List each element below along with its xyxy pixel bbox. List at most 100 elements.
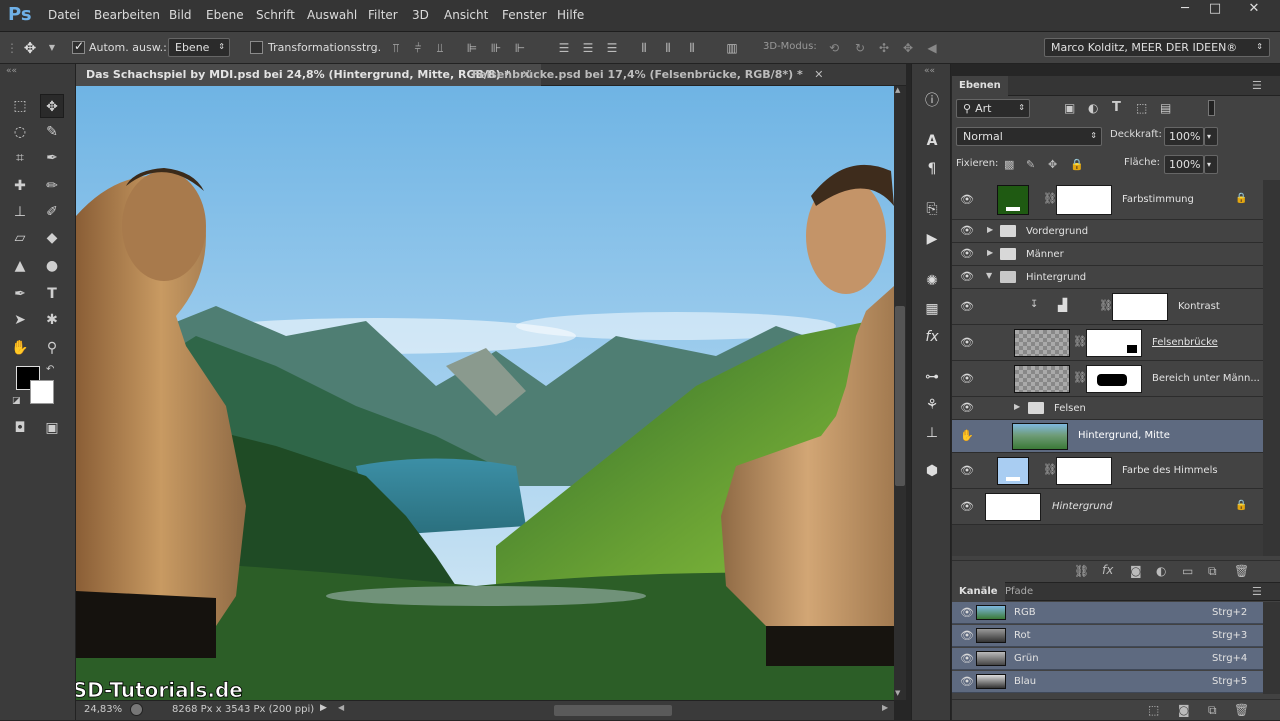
- opacity-dropdown-icon[interactable]: ▾: [1204, 127, 1218, 146]
- filter-pixel-icon[interactable]: ▣: [1064, 101, 1075, 115]
- layer-row-bereich-unter-maenner[interactable]: 👁 ⛓ Bereich unter Männ...: [952, 361, 1263, 397]
- menu-3d[interactable]: 3D: [412, 8, 429, 22]
- filter-smart-object-icon[interactable]: ▤: [1160, 101, 1171, 115]
- visibility-eye-icon[interactable]: 👁: [960, 270, 974, 284]
- type-tool-icon[interactable]: T: [40, 282, 64, 306]
- layer-filter-dropdown[interactable]: ⚲ Art ⇕: [956, 99, 1030, 118]
- quick-mask-icon[interactable]: ◘: [8, 416, 32, 440]
- crop-tool-icon[interactable]: ⌗: [8, 146, 32, 170]
- fill-dropdown-icon[interactable]: ▾: [1204, 155, 1218, 174]
- layer-name[interactable]: Hintergrund: [1052, 501, 1112, 512]
- distribute-vcenter-icon[interactable]: ☰: [580, 40, 596, 56]
- actions-icon[interactable]: ▶: [920, 228, 944, 250]
- pen-tool-icon[interactable]: ✒: [8, 282, 32, 306]
- clone-source-icon[interactable]: ⊥: [920, 422, 944, 444]
- visibility-eye-icon[interactable]: 👁: [960, 629, 974, 643]
- adjustments-icon[interactable]: ⊶: [920, 366, 944, 388]
- screen-mode-icon[interactable]: ▣: [40, 416, 64, 440]
- move-tool-icon[interactable]: ✥: [22, 40, 38, 56]
- filter-toggle-icon[interactable]: [1208, 100, 1215, 116]
- menu-ansicht[interactable]: Ansicht: [444, 8, 488, 22]
- expand-arrows-icon[interactable]: ««: [924, 66, 935, 76]
- auto-align-icon[interactable]: ▥: [724, 40, 740, 56]
- vertical-scrollbar[interactable]: ▲ ▼: [894, 86, 906, 700]
- dodge-tool-icon[interactable]: ●: [40, 254, 64, 278]
- new-layer-icon[interactable]: ⧉: [1208, 564, 1217, 579]
- eyedropper-tool-icon[interactable]: ✒: [40, 146, 64, 170]
- channel-row-gruen[interactable]: 👁 Grün Strg+4: [952, 648, 1263, 670]
- opacity-input[interactable]: 100%: [1164, 127, 1204, 146]
- layer-name[interactable]: Felsen: [1054, 403, 1086, 414]
- expand-arrow-icon[interactable]: ▶: [987, 248, 993, 257]
- layer-row-maenner[interactable]: 👁 ▶ Männer: [952, 243, 1263, 266]
- layer-name[interactable]: Hintergrund, Mitte: [1078, 430, 1170, 441]
- swap-colors-icon[interactable]: ↶: [46, 364, 54, 375]
- menu-datei[interactable]: Datei: [48, 8, 80, 22]
- history-brush-tool-icon[interactable]: ✐: [40, 200, 64, 224]
- filter-type-icon[interactable]: T: [1112, 100, 1121, 115]
- tool-preset-chevron-icon[interactable]: ▼: [44, 40, 60, 56]
- canvas-image[interactable]: PSD-Tutorials.de: [76, 86, 894, 700]
- delete-layer-icon[interactable]: 🗑: [1234, 564, 1249, 578]
- brush-presets-icon[interactable]: ⚘: [920, 394, 944, 416]
- scroll-left-icon[interactable]: ◀: [338, 703, 344, 712]
- blend-mode-dropdown[interactable]: Normal ⇕: [956, 127, 1102, 146]
- menu-filter[interactable]: Filter: [368, 8, 398, 22]
- new-group-icon[interactable]: ▭: [1182, 564, 1193, 578]
- menu-schrift[interactable]: Schrift: [256, 8, 295, 22]
- channel-row-rgb[interactable]: 👁 RGB Strg+2: [952, 602, 1263, 624]
- 3d-roll-icon[interactable]: ↻: [852, 40, 868, 56]
- layer-row-kontrast[interactable]: 👁 ↧ ▟ ⛓ Kontrast: [952, 289, 1263, 325]
- visibility-eye-icon[interactable]: 👁: [960, 606, 974, 620]
- menu-hilfe[interactable]: Hilfe: [557, 8, 584, 22]
- link-layers-icon[interactable]: ⛓: [1074, 564, 1089, 578]
- panel-menu-icon[interactable]: ☰: [1252, 585, 1262, 598]
- layer-name[interactable]: Felsenbrücke: [1152, 337, 1218, 348]
- background-color-swatch[interactable]: [30, 380, 54, 404]
- add-mask-icon[interactable]: ◙: [1130, 564, 1142, 578]
- menu-fenster[interactable]: Fenster: [502, 8, 547, 22]
- menu-bild[interactable]: Bild: [169, 8, 192, 22]
- share-icon[interactable]: [130, 703, 143, 716]
- close-tab-icon[interactable]: ✕: [814, 68, 823, 81]
- align-left-icon[interactable]: ⊫: [464, 40, 480, 56]
- visibility-eye-icon[interactable]: 👁: [960, 336, 974, 350]
- layer-row-felsenbruecke[interactable]: 👁 ⛓ Felsenbrücke: [952, 325, 1263, 361]
- canvas-area[interactable]: PSD-Tutorials.de: [76, 86, 894, 700]
- tab-ebenen[interactable]: Ebenen: [952, 76, 1008, 96]
- align-bottom-icon[interactable]: ⫫: [432, 40, 448, 56]
- adjustment-layer-icon[interactable]: ◐: [1156, 564, 1166, 578]
- menu-bearbeiten[interactable]: Bearbeiten: [94, 8, 160, 22]
- zoom-level[interactable]: 24,83%: [84, 704, 122, 715]
- distribute-hcenter-icon[interactable]: ⦀: [660, 40, 676, 56]
- healing-brush-tool-icon[interactable]: ✚: [8, 174, 32, 198]
- layer-row-hintergrund-mitte[interactable]: ✋ Hintergrund, Mitte: [952, 420, 1263, 453]
- distribute-right-icon[interactable]: ⦀: [684, 40, 700, 56]
- expand-arrow-icon[interactable]: ▶: [987, 225, 993, 234]
- layer-style-icon[interactable]: fx: [1102, 563, 1113, 577]
- new-channel-icon[interactable]: ⧉: [1208, 703, 1217, 718]
- paragraph-icon[interactable]: ¶: [920, 158, 944, 180]
- tab-kanaele[interactable]: Kanäle: [952, 582, 1005, 602]
- distribute-left-icon[interactable]: ⦀: [636, 40, 652, 56]
- lasso-tool-icon[interactable]: ◌: [8, 120, 32, 144]
- chain-link-icon[interactable]: ⛓: [1073, 371, 1087, 384]
- workspace-dropdown[interactable]: Marco Kolditz, MEER DER IDEEN® ⇕: [1044, 38, 1270, 57]
- visibility-eye-icon[interactable]: 👁: [960, 224, 974, 238]
- panel-menu-icon[interactable]: ☰: [1252, 79, 1262, 92]
- chain-link-icon[interactable]: ⛓: [1099, 299, 1113, 312]
- lock-transparency-icon[interactable]: ▩: [1004, 158, 1014, 171]
- expand-arrow-icon[interactable]: ▶: [1014, 402, 1020, 411]
- shape-tool-icon[interactable]: ✱: [40, 308, 64, 332]
- 3d-pan-icon[interactable]: ✣: [876, 40, 892, 56]
- visibility-eye-icon[interactable]: 👁: [960, 193, 974, 207]
- layer-row-hintergrund-group[interactable]: 👁 ▼ Hintergrund: [952, 266, 1263, 289]
- visibility-eye-icon[interactable]: 👁: [960, 401, 974, 415]
- menu-ebene[interactable]: Ebene: [206, 8, 244, 22]
- chain-link-icon[interactable]: ⛓: [1073, 335, 1087, 348]
- layer-row-felsen[interactable]: 👁 ▶ Felsen: [952, 397, 1263, 420]
- maximize-button[interactable]: □: [1200, 0, 1230, 18]
- layer-name[interactable]: Hintergrund: [1026, 272, 1086, 283]
- status-menu-arrow-icon[interactable]: ▶: [320, 703, 327, 713]
- visibility-eye-icon[interactable]: 👁: [960, 464, 974, 478]
